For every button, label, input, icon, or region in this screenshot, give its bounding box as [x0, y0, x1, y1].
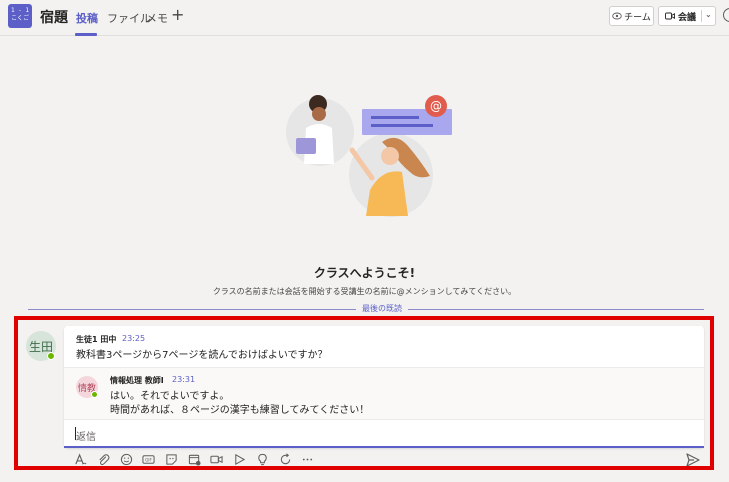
- video-camera-icon: [665, 12, 675, 20]
- welcome-illustration: @: [286, 95, 452, 217]
- meet-button[interactable]: 会議 ⌄: [658, 6, 716, 26]
- channel-header: 1 - 1 こくご 宿題 投稿 ファイル メモ + チーム 会議 ⌄: [0, 0, 729, 36]
- chevron-down-icon[interactable]: ⌄: [705, 10, 712, 19]
- eye-icon: [612, 12, 622, 20]
- add-tab-plus-icon[interactable]: +: [171, 6, 184, 24]
- highlight-frame: [14, 316, 714, 470]
- active-tab-indicator: [75, 33, 97, 36]
- team-avatar-line2: こくご: [10, 15, 29, 22]
- tab-posts[interactable]: 投稿: [76, 10, 98, 26]
- channel-name: 宿題: [40, 10, 68, 26]
- team-button[interactable]: チーム: [609, 6, 654, 26]
- svg-text:@: @: [430, 99, 442, 113]
- tab-notes[interactable]: メモ: [146, 10, 168, 26]
- team-avatar[interactable]: 1 - 1 こくご: [8, 4, 32, 28]
- welcome-title: クラスへようこそ!: [313, 266, 416, 280]
- last-read-label: 最後の既読: [356, 303, 408, 314]
- meet-button-divider: [701, 10, 702, 22]
- meet-button-label: 会議: [678, 12, 697, 23]
- tab-files[interactable]: ファイル: [107, 10, 151, 26]
- team-button-label: チーム: [624, 12, 651, 23]
- team-avatar-line1: 1 - 1: [10, 7, 30, 14]
- info-icon[interactable]: [723, 8, 729, 22]
- welcome-subtitle: クラスの名前または会話を開始する受講生の名前に@メンションしてみてください。: [212, 287, 517, 296]
